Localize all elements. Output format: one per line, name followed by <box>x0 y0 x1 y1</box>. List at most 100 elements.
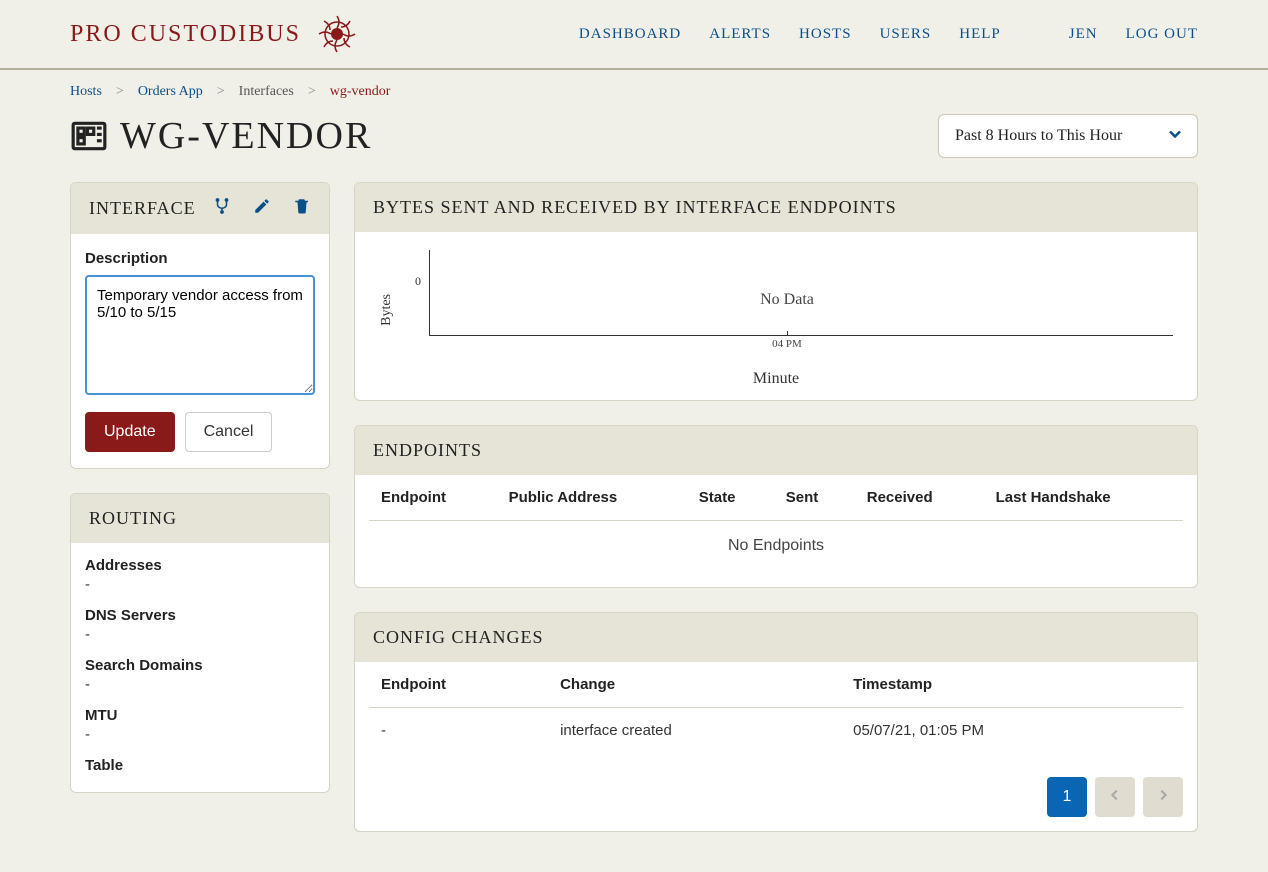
page-1-button[interactable]: 1 <box>1047 777 1087 817</box>
col-received: Received <box>855 475 984 521</box>
main-column: BYTES SENT AND RECEIVED BY INTERFACE END… <box>354 182 1198 832</box>
config-changes-header: CONFIG CHANGES <box>355 613 1197 662</box>
routing-panel: ROUTING Addresses - DNS Servers - Search… <box>70 493 330 793</box>
endpoints-table-wrap: Endpoint Public Address State Sent Recei… <box>355 475 1197 587</box>
config-changes-title: CONFIG CHANGES <box>373 627 544 648</box>
content: Hosts > Orders App > Interfaces > wg-ven… <box>0 70 1268 872</box>
endpoints-panel-header: ENDPOINTS <box>355 426 1197 475</box>
endpoints-table: Endpoint Public Address State Sent Recei… <box>369 475 1183 521</box>
breadcrumb-interfaces: Interfaces <box>239 84 294 100</box>
interface-panel: INTERFACE <box>70 182 330 469</box>
time-range-value: Past 8 Hours to This Hour <box>955 127 1122 144</box>
chart-y-axis <box>429 250 430 336</box>
routing-dns-value: - <box>85 626 315 643</box>
nav-user[interactable]: JEN <box>1069 26 1098 43</box>
brand: PRO CUSTODIBUS <box>70 12 359 56</box>
chart-x-axis <box>429 335 1173 336</box>
time-range-select[interactable]: Past 8 Hours to This Hour <box>938 114 1198 158</box>
config-table: Endpoint Change Timestamp - interface cr… <box>369 662 1183 753</box>
chart-x-tick: 04 PM <box>772 338 802 350</box>
routing-mtu-label: MTU <box>85 707 315 724</box>
chart-y-tick-0: 0 <box>415 274 421 289</box>
routing-dns-label: DNS Servers <box>85 607 315 624</box>
routing-table-label: Table <box>85 757 315 774</box>
page-next-button[interactable] <box>1143 777 1183 817</box>
breadcrumb-sep: > <box>308 84 316 100</box>
brand-title: PRO CUSTODIBUS <box>70 21 301 48</box>
chart-panel-title: BYTES SENT AND RECEIVED BY INTERFACE END… <box>373 197 897 218</box>
routing-addresses-label: Addresses <box>85 557 315 574</box>
nav-alerts[interactable]: ALERTS <box>709 26 771 43</box>
chart-xlabel: Minute <box>379 370 1173 388</box>
brand-logo-icon <box>315 12 359 56</box>
routing-panel-header: ROUTING <box>71 494 329 543</box>
trash-icon[interactable] <box>293 197 311 220</box>
nav-primary: DASHBOARD ALERTS HOSTS USERS HELP <box>579 26 1001 43</box>
routing-table: Table <box>85 757 315 774</box>
cell-change: interface created <box>548 708 841 754</box>
interface-panel-title: INTERFACE <box>89 198 196 219</box>
main-nav: DASHBOARD ALERTS HOSTS USERS HELP JEN LO… <box>579 26 1198 43</box>
branch-icon[interactable] <box>213 197 231 220</box>
left-column: INTERFACE <box>70 182 330 793</box>
interface-icon <box>70 117 108 155</box>
cancel-button[interactable]: Cancel <box>185 412 273 452</box>
breadcrumb: Hosts > Orders App > Interfaces > wg-ven… <box>70 70 1198 114</box>
col-last-handshake: Last Handshake <box>984 475 1183 521</box>
nav-users[interactable]: USERS <box>880 26 932 43</box>
interface-panel-body: Description Update Cancel <box>71 234 329 468</box>
col-endpoint: Endpoint <box>369 475 497 521</box>
description-input[interactable] <box>85 275 315 395</box>
cell-timestamp: 05/07/21, 01:05 PM <box>841 708 1183 754</box>
chevron-right-icon <box>1156 788 1170 807</box>
config-changes-panel: CONFIG CHANGES Endpoint Change Timestamp <box>354 612 1198 832</box>
button-row: Update Cancel <box>85 412 315 452</box>
page-prev-button[interactable] <box>1095 777 1135 817</box>
breadcrumb-orders-app[interactable]: Orders App <box>138 84 203 100</box>
routing-search-domains-value: - <box>85 676 315 693</box>
config-table-wrap: Endpoint Change Timestamp - interface cr… <box>355 662 1197 769</box>
update-button[interactable]: Update <box>85 412 175 452</box>
chart-no-data: No Data <box>760 291 814 309</box>
chart-x-tick-mark <box>787 331 788 336</box>
nav-dashboard[interactable]: DASHBOARD <box>579 26 681 43</box>
col-change: Change <box>548 662 841 708</box>
chart-frame: 0 No Data 04 PM <box>401 250 1173 370</box>
cell-endpoint: - <box>369 708 548 754</box>
breadcrumb-sep: > <box>116 84 124 100</box>
table-row: - interface created 05/07/21, 01:05 PM <box>369 708 1183 754</box>
endpoints-empty: No Endpoints <box>369 521 1183 571</box>
breadcrumb-sep: > <box>217 84 225 100</box>
breadcrumb-hosts[interactable]: Hosts <box>70 84 102 100</box>
edit-icon[interactable] <box>253 197 271 220</box>
chart-ylabel: Bytes <box>379 294 395 326</box>
page-title-text: WG-VENDOR <box>120 114 372 158</box>
page-title: WG-VENDOR <box>70 114 372 158</box>
routing-addresses-value: - <box>85 576 315 593</box>
nav-logout[interactable]: LOG OUT <box>1126 26 1198 43</box>
breadcrumb-current: wg-vendor <box>330 84 391 100</box>
interface-panel-actions <box>213 197 311 220</box>
description-label: Description <box>85 250 315 267</box>
routing-panel-title: ROUTING <box>89 508 177 529</box>
endpoints-panel: ENDPOINTS Endpoint Public Address State … <box>354 425 1198 588</box>
nav-hosts[interactable]: HOSTS <box>799 26 852 43</box>
chart-inner: Bytes 0 No Data 04 PM <box>379 250 1173 370</box>
col-state: State <box>687 475 774 521</box>
chart-area: Bytes 0 No Data 04 PM Minute <box>355 232 1197 400</box>
chevron-down-icon <box>1167 126 1183 147</box>
routing-mtu-value: - <box>85 726 315 743</box>
routing-dns: DNS Servers - <box>85 607 315 643</box>
col-timestamp: Timestamp <box>841 662 1183 708</box>
interface-panel-header: INTERFACE <box>71 183 329 234</box>
pagination: 1 <box>355 769 1197 831</box>
col-endpoint: Endpoint <box>369 662 548 708</box>
routing-mtu: MTU - <box>85 707 315 743</box>
routing-list: Addresses - DNS Servers - Search Domains… <box>71 543 329 792</box>
nav-help[interactable]: HELP <box>959 26 1001 43</box>
chart-panel-header: BYTES SENT AND RECEIVED BY INTERFACE END… <box>355 183 1197 232</box>
nav-secondary: JEN LOG OUT <box>1069 26 1198 43</box>
routing-search-domains: Search Domains - <box>85 657 315 693</box>
col-public-address: Public Address <box>497 475 687 521</box>
chart-panel: BYTES SENT AND RECEIVED BY INTERFACE END… <box>354 182 1198 401</box>
